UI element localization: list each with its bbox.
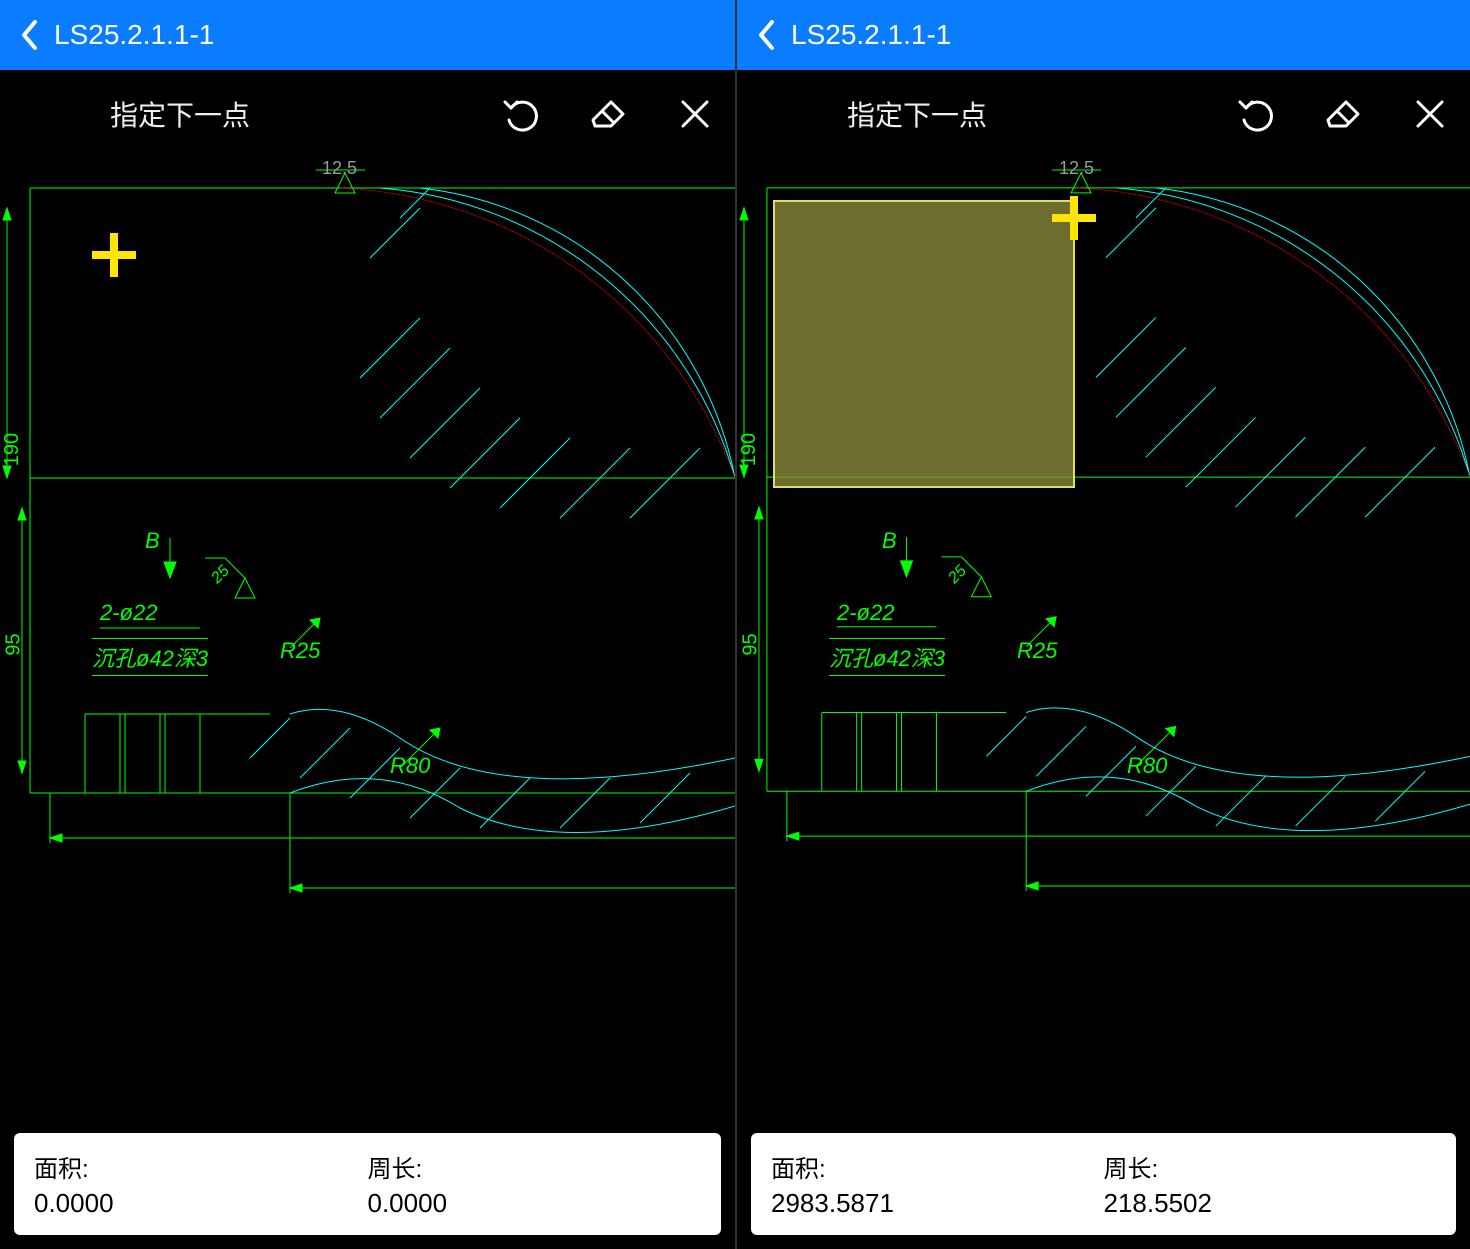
area-value: 0.0000: [34, 1188, 368, 1219]
erase-button[interactable]: [1320, 92, 1364, 136]
erase-button[interactable]: [585, 92, 629, 136]
back-button[interactable]: [747, 15, 787, 55]
radius-R80: R80: [390, 753, 430, 779]
area-readout: 面积: 2983.5871: [771, 1143, 1104, 1225]
radius-R25: R25: [280, 638, 320, 664]
back-button[interactable]: [10, 15, 50, 55]
radius-R25: R25: [1017, 638, 1057, 664]
title-bar: LS25.2.1.1-1: [737, 0, 1470, 70]
perimeter-value: 0.0000: [368, 1188, 702, 1219]
drawing-canvas[interactable]: 190 95 12.5 B 2-ø22 沉孔ø42深3 25 R25 R80 面…: [0, 158, 735, 1249]
section-B: B: [145, 528, 160, 554]
annotation-2phi22: 2-ø22: [100, 600, 157, 626]
measure-panel: 面积: 0.0000 周长: 0.0000: [14, 1133, 721, 1235]
perimeter-label: 周长:: [368, 1149, 702, 1184]
tool-icon-group: [1232, 92, 1452, 136]
toolbar: 指定下一点: [737, 70, 1470, 158]
toolbar: 指定下一点: [0, 70, 735, 158]
area-readout: 面积: 0.0000: [34, 1143, 368, 1225]
measure-panel: 面积: 2983.5871 周长: 218.5502: [751, 1133, 1456, 1235]
tool-icon-group: [497, 92, 717, 136]
dimension-95: 95: [740, 633, 763, 655]
section-B: B: [882, 528, 897, 554]
file-title: LS25.2.1.1-1: [791, 19, 951, 51]
drawing-canvas[interactable]: 190 95 12.5 B 2-ø22 沉孔ø42深3 25 R25 R80 面…: [737, 158, 1470, 1249]
dimension-190: 190: [738, 433, 761, 466]
annotation-2phi22: 2-ø22: [837, 600, 894, 626]
surface-finish-12-5: 12.5: [322, 158, 357, 179]
area-selection: [773, 200, 1075, 488]
area-value: 2983.5871: [771, 1188, 1104, 1219]
perimeter-readout: 周长: 218.5502: [1104, 1143, 1437, 1225]
title-bar: LS25.2.1.1-1: [0, 0, 735, 70]
annotation-counterbore: 沉孔ø42深3: [829, 638, 945, 676]
surface-finish-12-5: 12.5: [1059, 158, 1094, 179]
perimeter-label: 周长:: [1104, 1149, 1437, 1184]
undo-button[interactable]: [1232, 92, 1276, 136]
pane-left: LS25.2.1.1-1 指定下一点: [0, 0, 735, 1249]
dimension-95: 95: [3, 633, 26, 655]
undo-button[interactable]: [497, 92, 541, 136]
command-prompt: 指定下一点: [847, 94, 987, 134]
annotation-counterbore: 沉孔ø42深3: [92, 638, 208, 676]
perimeter-readout: 周长: 0.0000: [368, 1143, 702, 1225]
close-button[interactable]: [1408, 92, 1452, 136]
area-label: 面积:: [34, 1149, 368, 1184]
radius-R80: R80: [1127, 753, 1167, 779]
pane-right: LS25.2.1.1-1 指定下一点: [735, 0, 1470, 1249]
command-prompt: 指定下一点: [110, 94, 250, 134]
close-button[interactable]: [673, 92, 717, 136]
dimension-190: 190: [1, 433, 24, 466]
perimeter-value: 218.5502: [1104, 1188, 1437, 1219]
file-title: LS25.2.1.1-1: [54, 19, 214, 51]
area-label: 面积:: [771, 1149, 1104, 1184]
